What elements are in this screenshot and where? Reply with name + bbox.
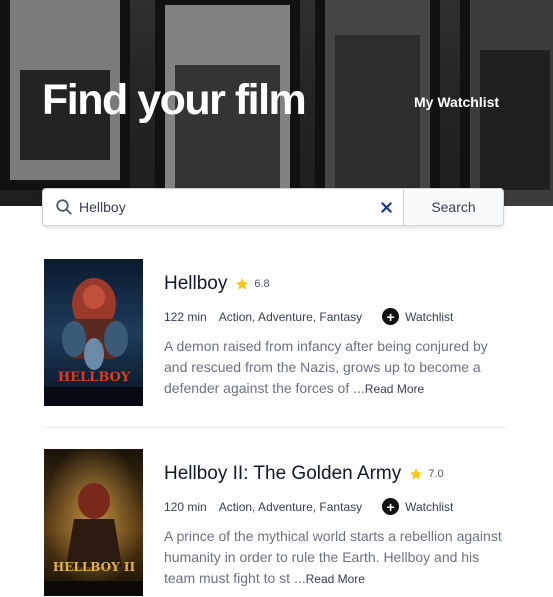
read-more-link[interactable]: Read More bbox=[306, 572, 365, 586]
my-watchlist-link[interactable]: My Watchlist bbox=[414, 94, 499, 110]
watchlist-label: Watchlist bbox=[405, 499, 454, 514]
add-to-watchlist-button[interactable]: + Watchlist bbox=[382, 308, 453, 325]
poster-title-text: HELLBOY II bbox=[53, 560, 136, 574]
plot-text: A demon raised from infancy after being … bbox=[164, 338, 488, 396]
poster-title-text: HELLBOY bbox=[58, 370, 131, 385]
close-icon bbox=[380, 201, 392, 213]
plus-circle-icon: + bbox=[382, 308, 400, 325]
search-input[interactable] bbox=[79, 189, 369, 225]
movie-plot: A demon raised from infancy after being … bbox=[164, 336, 506, 400]
movie-plot: A prince of the mythical world starts a … bbox=[164, 526, 506, 590]
movie-runtime: 122 min bbox=[164, 309, 207, 324]
search-button[interactable]: Search bbox=[403, 189, 503, 225]
movie-runtime: 120 min bbox=[164, 499, 207, 514]
movie-genres: Action, Adventure, Fantasy bbox=[218, 309, 363, 324]
movie-poster[interactable]: HELLBOY II bbox=[44, 449, 143, 596]
clear-search-button[interactable] bbox=[369, 201, 403, 213]
movie-rating: 7.0 bbox=[428, 468, 444, 480]
plus-circle-icon: + bbox=[382, 498, 400, 515]
watchlist-label: Watchlist bbox=[405, 309, 454, 324]
read-more-link[interactable]: Read More bbox=[365, 382, 424, 396]
divider bbox=[44, 427, 506, 428]
movie-title[interactable]: Hellboy II: The Golden Army bbox=[164, 463, 401, 485]
search-bar: Search bbox=[42, 188, 504, 226]
star-icon bbox=[236, 278, 249, 290]
movie-genres: Action, Adventure, Fantasy bbox=[218, 499, 363, 514]
search-field bbox=[43, 189, 403, 225]
search-icon bbox=[56, 199, 72, 215]
star-icon bbox=[410, 468, 423, 480]
page-title: Find your film bbox=[42, 76, 307, 124]
movie-title[interactable]: Hellboy bbox=[164, 273, 227, 295]
add-to-watchlist-button[interactable]: + Watchlist bbox=[382, 498, 453, 515]
movie-rating: 6.8 bbox=[254, 278, 270, 290]
movie-poster[interactable]: HELLBOY bbox=[44, 259, 143, 406]
